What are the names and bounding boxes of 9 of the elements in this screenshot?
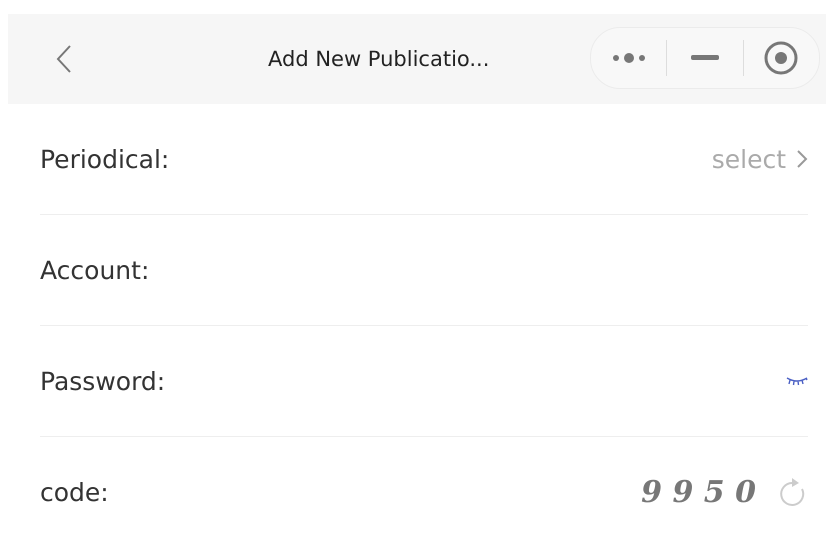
- page-title: Add New Publicatio...: [268, 47, 490, 71]
- field-label: Account:: [40, 256, 150, 284]
- field-label: Password:: [40, 366, 166, 396]
- closed-eye-icon[interactable]: [786, 375, 808, 387]
- field-label: Periodical:: [40, 144, 170, 174]
- captcha-code: 9 9 5 0: [641, 474, 756, 510]
- chevron-right-icon: [796, 149, 808, 169]
- select-dropdown[interactable]: select: [712, 144, 808, 174]
- field-label: code:: [40, 478, 109, 506]
